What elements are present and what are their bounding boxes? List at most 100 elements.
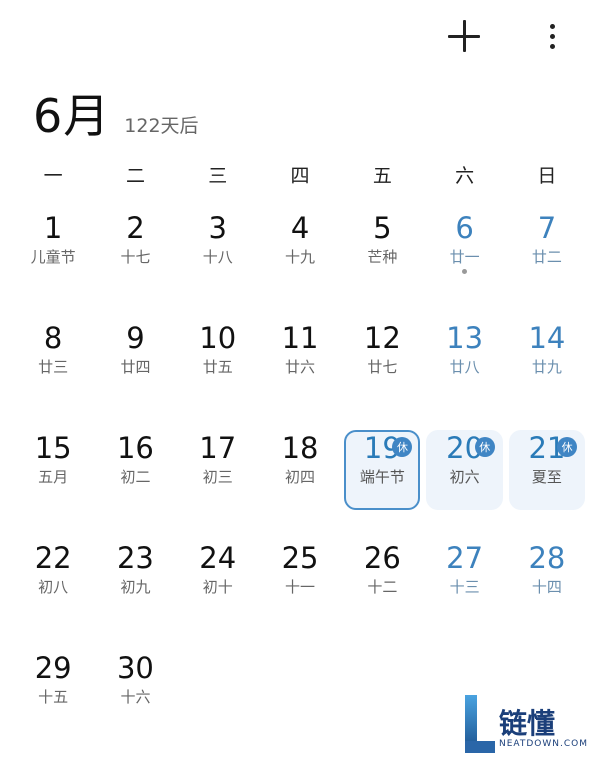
day-cell[interactable]: 24 初十 [177, 532, 259, 642]
day-cell[interactable]: 6 廿一 [423, 202, 505, 312]
day-cell[interactable]: 3 十八 [177, 202, 259, 312]
day-number: 10 [199, 321, 237, 355]
rest-day-badge: 休 [557, 437, 578, 457]
lunar-date: 廿五 [202, 358, 233, 376]
weekday-label: 二 [125, 165, 145, 187]
day-number: 22 [34, 541, 72, 575]
day-number: 17 [199, 431, 237, 465]
lunar-date: 初十 [202, 578, 233, 596]
day-number: 16 [116, 431, 154, 465]
day-number: 27 [446, 541, 484, 575]
day-cell[interactable]: 1 儿童节 [12, 202, 94, 312]
lunar-date: 十九 [285, 248, 316, 266]
day-cell[interactable]: 27 十三 [423, 532, 505, 642]
weekday-label: 一 [43, 165, 63, 187]
lunar-date: 初三 [202, 468, 233, 486]
lunar-date: 十一 [285, 578, 316, 596]
lunar-date: 十二 [367, 578, 398, 596]
day-cell[interactable]: 29 十五 [12, 642, 94, 752]
day-cell[interactable]: 11 廿六 [259, 312, 341, 422]
lunar-date: 初四 [285, 468, 316, 486]
day-cell[interactable]: 16 初二 [94, 422, 176, 532]
lunar-date: 廿四 [120, 358, 151, 376]
day-cell[interactable]: 13 廿八 [423, 312, 505, 422]
day-number: 29 [34, 651, 72, 685]
day-cell[interactable]: 20 初六休 [423, 422, 505, 532]
day-cell[interactable]: 2 十七 [94, 202, 176, 312]
day-cell[interactable]: 28 十四 [506, 532, 588, 642]
day-number: 2 [126, 211, 145, 245]
day-number: 3 [208, 211, 227, 245]
day-cell[interactable]: 14 廿九 [506, 312, 588, 422]
lunar-date: 廿三 [38, 358, 69, 376]
day-cell[interactable]: 12 廿七 [341, 312, 423, 422]
day-cell[interactable]: 30 十六 [94, 642, 176, 752]
toolbar [440, 12, 576, 60]
day-number: 25 [281, 541, 319, 575]
lunar-date: 廿二 [531, 248, 562, 266]
lunar-date: 儿童节 [30, 248, 76, 266]
day-number: 9 [126, 321, 145, 355]
day-cell[interactable]: 9 廿四 [94, 312, 176, 422]
day-number: 12 [363, 321, 401, 355]
day-cell[interactable]: 21 夏至休 [506, 422, 588, 532]
lunar-date: 端午节 [359, 468, 405, 486]
lunar-date: 廿九 [531, 358, 562, 376]
day-cell[interactable]: 23 初九 [94, 532, 176, 642]
logo-text-cn: 链懂 [498, 707, 555, 740]
day-number: 30 [116, 651, 154, 685]
day-number: 4 [290, 211, 310, 245]
days-until-label: 122天后 [124, 115, 199, 137]
weekday-label: 六 [455, 165, 475, 187]
event-indicator-dot [462, 269, 468, 274]
day-number: 13 [446, 321, 484, 355]
weekday-header-row: 一二三四五六日 [12, 161, 588, 188]
lunar-date: 夏至 [531, 468, 562, 486]
day-number: 1 [43, 211, 63, 245]
logo-text-en: NEATDOWN.COM [498, 739, 588, 749]
day-number: 24 [199, 541, 237, 575]
day-cell[interactable]: 17 初三 [177, 422, 259, 532]
more-vertical-icon [549, 23, 555, 49]
day-number: 15 [34, 431, 72, 465]
lunar-date: 廿七 [367, 358, 398, 376]
lunar-date: 五月 [38, 468, 69, 486]
plus-icon [448, 20, 480, 52]
lunar-date: 廿六 [285, 358, 316, 376]
add-event-button[interactable] [440, 12, 488, 60]
lunar-date: 十三 [449, 578, 480, 596]
day-cell[interactable]: 26 十二 [341, 532, 423, 642]
day-cell[interactable]: 10 廿五 [177, 312, 259, 422]
weekday-label: 四 [290, 165, 310, 187]
day-number: 23 [116, 541, 154, 575]
lunar-date: 初八 [38, 578, 69, 596]
lunar-date: 十七 [120, 248, 151, 266]
weekday-label: 五 [372, 165, 392, 187]
day-number: 28 [528, 541, 566, 575]
lunar-date: 初六 [449, 468, 480, 486]
day-number: 26 [363, 541, 401, 575]
day-number: 7 [537, 211, 557, 245]
day-cell[interactable]: 25 十一 [259, 532, 341, 642]
day-cell[interactable]: 8 廿三 [12, 312, 94, 422]
day-number: 5 [373, 211, 392, 245]
day-cell[interactable]: 5 芒种 [341, 202, 423, 312]
watermark-logo: 链懂 NEATDOWN.COM [464, 695, 588, 753]
rest-day-badge: 休 [474, 437, 495, 457]
weekday-label: 三 [208, 165, 228, 187]
more-options-button[interactable] [528, 12, 576, 60]
day-cell[interactable]: 7 廿二 [506, 202, 588, 312]
lunar-date: 初九 [120, 578, 151, 596]
day-cell[interactable]: 15 五月 [12, 422, 94, 532]
day-cell[interactable]: 18 初四 [259, 422, 341, 532]
day-cell[interactable]: 19 端午节休 [341, 422, 423, 532]
month-title[interactable]: 6月 [33, 80, 110, 146]
lunar-date: 十八 [202, 248, 233, 266]
month-header: 6月 122天后 [33, 80, 199, 146]
day-number: 11 [281, 321, 319, 355]
calendar-grid: 1 儿童节 2 十七 3 十八 4 十九 5 芒种 6 廿一 7 廿二 8 廿三 9 廿四 10 廿五 11 廿六 12 廿七… [12, 202, 588, 752]
lunar-date: 廿八 [449, 358, 480, 376]
day-number: 8 [43, 321, 63, 355]
day-cell[interactable]: 4 十九 [259, 202, 341, 312]
day-cell[interactable]: 22 初八 [12, 532, 94, 642]
